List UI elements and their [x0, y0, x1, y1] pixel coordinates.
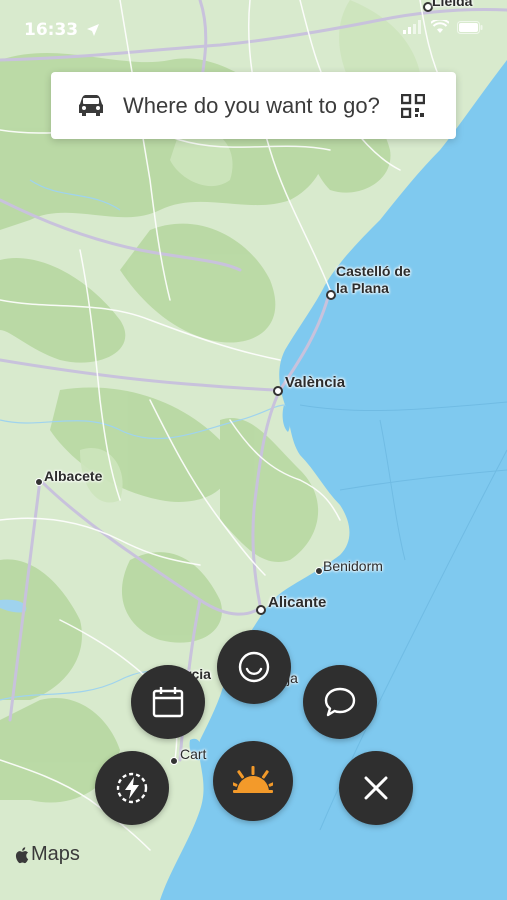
- city-dot-cartagena: [170, 757, 178, 765]
- calendar-icon: [152, 687, 184, 718]
- battery-icon: [457, 20, 483, 34]
- city-dot-benidorm: [315, 567, 323, 575]
- city-label-albacete[interactable]: Albacete: [44, 468, 102, 484]
- signal-icon: [403, 20, 421, 34]
- flash-icon: [116, 772, 148, 804]
- status-icons: [403, 20, 483, 34]
- chat-bubble-icon: [324, 687, 356, 717]
- maps-attribution-text: Maps: [31, 843, 80, 865]
- city-label-alicante[interactable]: Alicante: [268, 594, 326, 611]
- city-label-benidorm[interactable]: Benidorm: [323, 558, 383, 574]
- close-icon: [364, 776, 388, 800]
- maps-attribution[interactable]: Maps: [14, 843, 80, 866]
- wifi-icon: [431, 20, 449, 33]
- home-button[interactable]: [213, 741, 293, 821]
- calendar-button[interactable]: [131, 665, 205, 739]
- city-label-valencia[interactable]: València: [285, 374, 345, 391]
- car-icon: [79, 95, 103, 116]
- city-dot-albacete: [35, 478, 43, 486]
- city-label-lleida[interactable]: Lleida: [432, 0, 472, 9]
- smiley-icon: [238, 651, 270, 683]
- city-dot-castello: [326, 290, 336, 300]
- city-dot-alicante: [256, 605, 266, 615]
- search-placeholder[interactable]: Where do you want to go?: [123, 93, 380, 119]
- city-label-cartagena[interactable]: Cart: [180, 746, 206, 762]
- apple-logo-icon: [15, 846, 29, 863]
- status-time: 16:33: [24, 20, 79, 40]
- qr-code-icon[interactable]: [401, 94, 425, 118]
- city-label-castello[interactable]: Castelló de: [336, 263, 411, 279]
- city-label-castello-2[interactable]: la Plana: [336, 280, 389, 296]
- close-button[interactable]: [339, 751, 413, 825]
- sunrise-logo-icon: [233, 766, 273, 796]
- smiley-button[interactable]: [217, 630, 291, 704]
- flash-button[interactable]: [95, 751, 169, 825]
- city-dot-valencia: [273, 386, 283, 396]
- search-bar[interactable]: Where do you want to go?: [51, 72, 456, 139]
- location-arrow-icon: [87, 24, 99, 36]
- chat-button[interactable]: [303, 665, 377, 739]
